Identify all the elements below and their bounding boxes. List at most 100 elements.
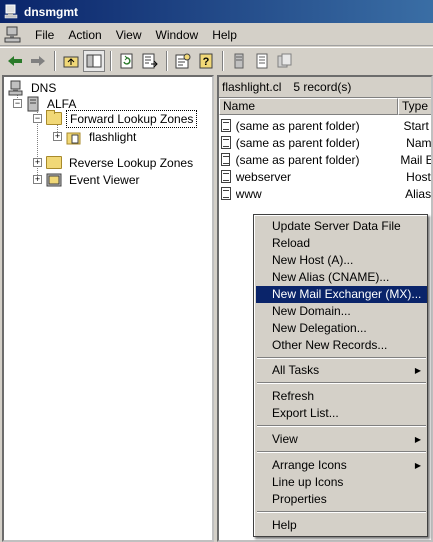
- list-item[interactable]: webserver Host (: [221, 168, 431, 185]
- list-item[interactable]: (same as parent folder) Mail Ex: [221, 151, 433, 168]
- menu-window[interactable]: Window: [149, 26, 206, 44]
- record-icon: [221, 170, 231, 183]
- record-icon: [221, 136, 231, 149]
- record-icon: [221, 119, 231, 132]
- submenu-arrow-icon: ▶: [414, 461, 421, 470]
- title-bar[interactable]: dnsmgmt: [0, 0, 433, 23]
- menu-item-line-up-icons[interactable]: Line up Icons: [256, 474, 427, 491]
- record-type: Mail Ex: [400, 152, 433, 167]
- menu-item-other-new-records[interactable]: Other New Records...: [256, 337, 427, 354]
- menu-item-label: All Tasks: [272, 363, 320, 377]
- menu-item-label: Other New Records...: [272, 338, 388, 352]
- up-one-level-button[interactable]: [60, 50, 82, 72]
- record-name: (same as parent folder): [235, 152, 360, 167]
- menu-item-properties[interactable]: Properties: [256, 491, 427, 508]
- menu-item-label: Arrange Icons: [272, 458, 347, 472]
- back-arrow-icon: [8, 55, 22, 66]
- tree-label: Reverse Lookup Zones: [69, 155, 194, 170]
- menu-action[interactable]: Action: [61, 26, 108, 44]
- menu-item-label: New Alias (CNAME)...: [272, 270, 390, 284]
- record-type: Alias (: [405, 186, 432, 201]
- column-headers: Name Type: [219, 98, 431, 115]
- menu-item-new-domain[interactable]: New Domain...: [256, 303, 427, 320]
- folder-icon: [46, 156, 62, 169]
- menu-item-export-list[interactable]: Export List...: [256, 405, 427, 422]
- tree-node-dns[interactable]: DNS: [8, 79, 59, 96]
- list-item[interactable]: (same as parent folder) Start o: [221, 117, 431, 134]
- console-menu-icon[interactable]: [4, 26, 24, 44]
- submenu-arrow-icon: ▶: [414, 435, 421, 444]
- column-header-type[interactable]: Type: [398, 98, 431, 115]
- menu-separator: [257, 511, 426, 513]
- list-item[interactable]: (same as parent folder) Name: [221, 134, 431, 151]
- toolbar-separator: [54, 50, 56, 71]
- record-type: Start o: [403, 118, 431, 133]
- submenu-arrow-icon: ▶: [414, 366, 421, 375]
- menu-item-update-server-data-file[interactable]: Update Server Data File: [256, 218, 427, 235]
- tree-node-forward-lookup-zones[interactable]: − Forward Lookup Zones: [33, 109, 198, 128]
- menu-item-label: Export List...: [272, 406, 339, 420]
- menu-item-help[interactable]: Help: [256, 517, 427, 534]
- menu-item-arrange-icons[interactable]: Arrange Icons ▶: [256, 457, 427, 474]
- dns-app-icon: [4, 4, 20, 20]
- toolbar: ?: [0, 47, 433, 73]
- menu-view[interactable]: View: [109, 26, 149, 44]
- list-item[interactable]: www Alias (: [221, 185, 432, 202]
- list-button[interactable]: [251, 50, 273, 72]
- svg-text:?: ?: [203, 56, 210, 68]
- toolbar-separator: [222, 50, 224, 71]
- tree-node-reverse-lookup-zones[interactable]: + Reverse Lookup Zones: [33, 154, 196, 171]
- menu-item-view[interactable]: View ▶: [256, 431, 427, 448]
- record-name: (same as parent folder): [235, 118, 360, 133]
- show-hide-tree-button[interactable]: [83, 49, 105, 72]
- export-list-icon: [142, 53, 158, 68]
- menu-item-label: Update Server Data File: [272, 219, 401, 233]
- server-button[interactable]: [228, 50, 250, 72]
- menu-help[interactable]: Help: [205, 26, 244, 44]
- menu-item-new-alias[interactable]: New Alias (CNAME)...: [256, 269, 427, 286]
- up-folder-icon: [63, 56, 79, 67]
- tree-node-flashlight-zone[interactable]: + flashlight: [53, 128, 139, 145]
- menu-item-label: New Mail Exchanger (MX)...: [272, 287, 422, 301]
- refresh-button[interactable]: [116, 50, 138, 72]
- show-hide-tree-icon: [86, 54, 102, 67]
- menu-item-all-tasks[interactable]: All Tasks ▶: [256, 362, 427, 379]
- column-header-name[interactable]: Name: [219, 98, 398, 115]
- menu-item-refresh[interactable]: Refresh: [256, 388, 427, 405]
- window-title: dnsmgmt: [24, 4, 78, 19]
- menu-separator: [257, 357, 426, 359]
- expand-toggle[interactable]: +: [33, 158, 42, 167]
- menu-item-new-delegation[interactable]: New Delegation...: [256, 320, 427, 337]
- properties-icon: [175, 53, 191, 68]
- menu-item-label: Reload: [272, 236, 311, 250]
- menu-item-reload[interactable]: Reload: [256, 235, 427, 252]
- collapse-toggle[interactable]: −: [33, 114, 42, 123]
- menu-item-new-mail-exchanger[interactable]: New Mail Exchanger (MX)...: [256, 286, 427, 303]
- tree-node-event-viewer[interactable]: + Event Viewer: [33, 171, 142, 188]
- console-tree[interactable]: DNS − ALFA − Forward Lookup Zones + flas…: [2, 75, 214, 542]
- menu-item-label: Line up Icons: [272, 475, 344, 489]
- back-button[interactable]: [4, 50, 26, 72]
- export-list-button[interactable]: [139, 50, 161, 72]
- forward-button[interactable]: [27, 50, 49, 72]
- menu-item-label: Refresh: [272, 389, 315, 403]
- expand-toggle[interactable]: +: [33, 175, 42, 184]
- menu-item-label: Help: [272, 518, 297, 532]
- record-icon: [221, 187, 231, 200]
- event-viewer-icon: [46, 173, 62, 186]
- open-folder-icon: [46, 110, 62, 125]
- help-button[interactable]: ?: [195, 50, 217, 72]
- collapse-toggle[interactable]: −: [13, 99, 22, 108]
- tree-label: DNS: [31, 80, 57, 95]
- properties-button[interactable]: [172, 50, 194, 72]
- menu-file[interactable]: File: [28, 26, 61, 44]
- menu-separator: [257, 382, 426, 384]
- menu-item-new-host[interactable]: New Host (A)...: [256, 252, 427, 269]
- tree-label: flashlight: [89, 129, 137, 144]
- tree-label: Event Viewer: [69, 172, 140, 187]
- expand-toggle[interactable]: +: [53, 132, 62, 141]
- tree-label: Forward Lookup Zones: [66, 109, 198, 128]
- zone-button[interactable]: [274, 50, 296, 72]
- result-pane-header: flashlight.cl 5 record(s): [219, 77, 431, 98]
- context-menu: Update Server Data File Reload New Host …: [253, 214, 428, 537]
